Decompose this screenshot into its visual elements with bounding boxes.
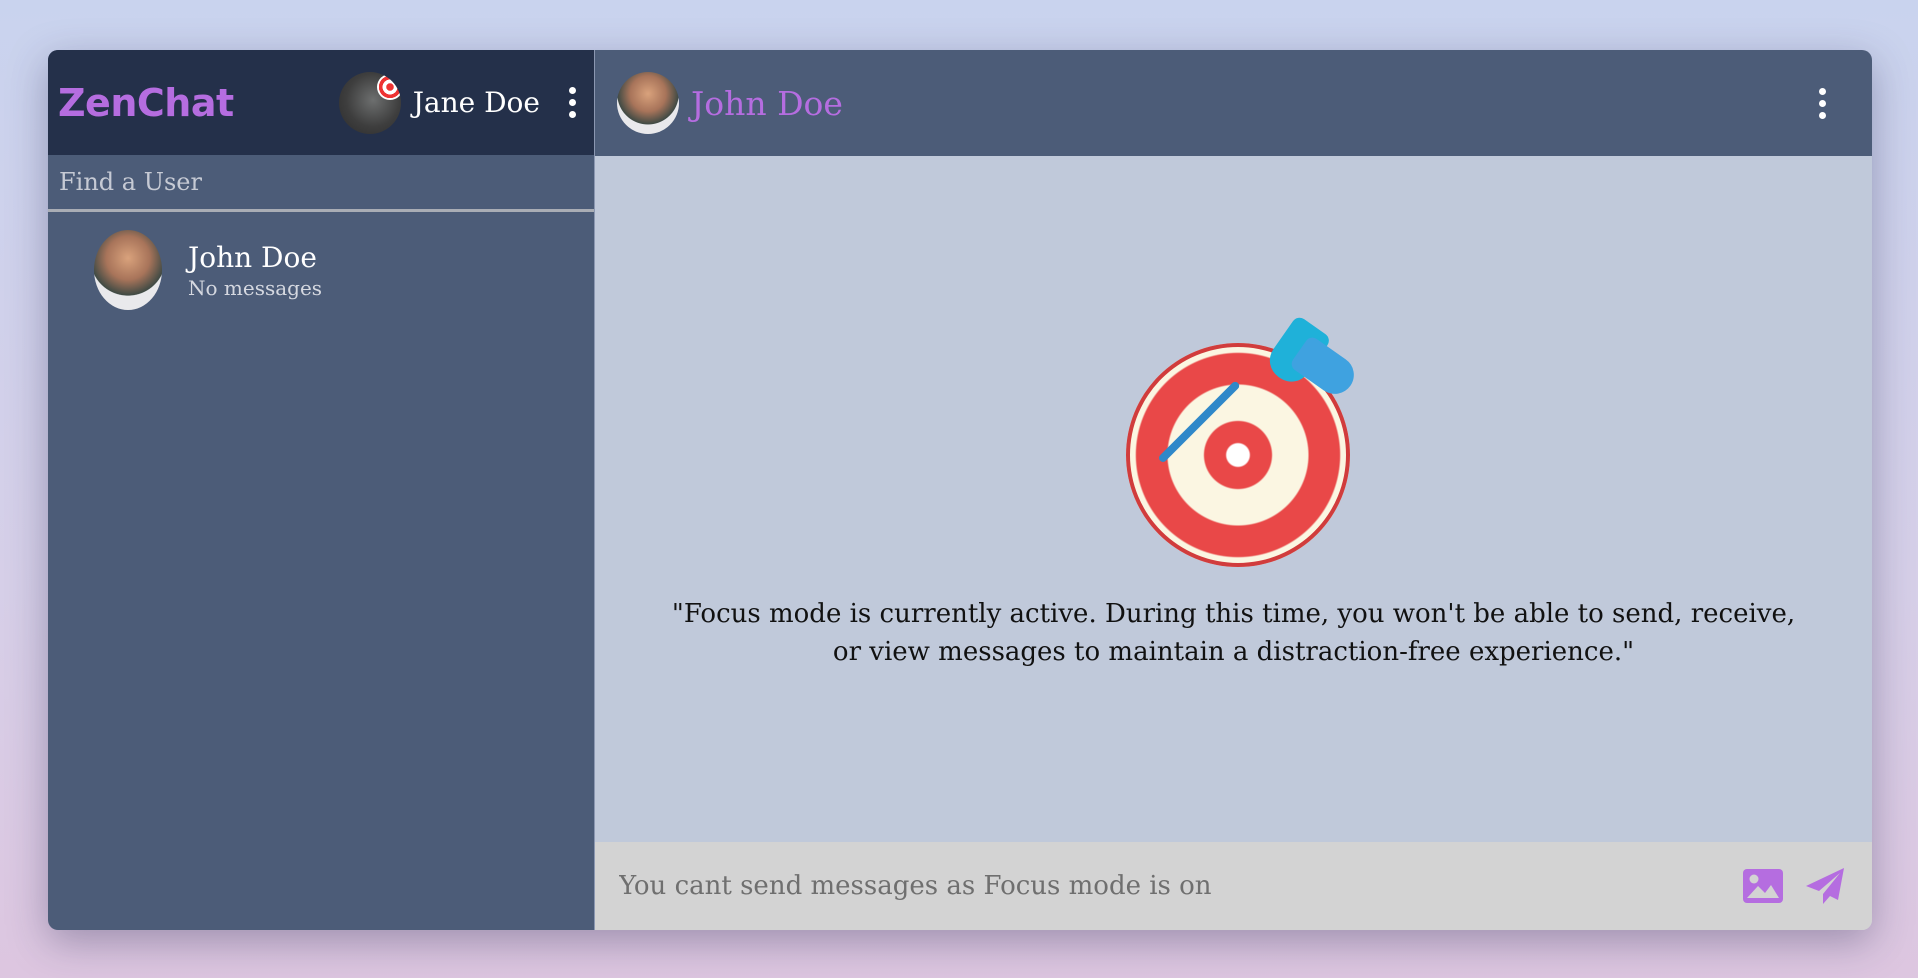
app-logo: ZenChat xyxy=(58,80,234,125)
kebab-dot xyxy=(568,87,576,94)
contact-avatar xyxy=(94,230,162,310)
focus-badge-icon xyxy=(376,73,401,100)
focus-mode-message: "Focus mode is currently active. During … xyxy=(671,599,1796,667)
send-button[interactable] xyxy=(1802,863,1848,909)
contact-info: John Doe No messages xyxy=(188,241,322,300)
sidebar-menu-icon[interactable] xyxy=(560,87,584,118)
peer-avatar[interactable] xyxy=(617,72,679,134)
kebab-dot xyxy=(1818,87,1826,95)
current-user-name: Jane Doe xyxy=(412,86,540,119)
kebab-dot xyxy=(568,111,576,118)
chat-menu-icon[interactable] xyxy=(1810,87,1834,119)
kebab-dot xyxy=(568,99,576,106)
kebab-dot xyxy=(1818,111,1826,119)
kebab-dot xyxy=(1818,99,1826,107)
current-user[interactable]: Jane Doe xyxy=(338,71,540,134)
chat-panel: John Doe "Focus mode is currently active… xyxy=(594,50,1872,930)
sidebar-header: ZenChat Jane Doe xyxy=(48,50,594,155)
current-user-avatar[interactable] xyxy=(338,71,401,134)
target-dart-icon xyxy=(1114,314,1361,567)
user-search xyxy=(48,155,594,212)
chat-app-window: ZenChat Jane Doe John Doe No messages xyxy=(48,50,1872,930)
send-icon xyxy=(1806,868,1844,904)
message-composer xyxy=(595,841,1872,930)
contact-name: John Doe xyxy=(188,240,317,274)
image-icon xyxy=(1743,869,1783,903)
message-input[interactable] xyxy=(617,841,1724,930)
sidebar: ZenChat Jane Doe John Doe No messages xyxy=(48,50,594,930)
attach-image-button[interactable] xyxy=(1740,863,1786,909)
contact-list-item[interactable]: John Doe No messages xyxy=(48,212,594,310)
focus-mode-notice: "Focus mode is currently active. During … xyxy=(595,156,1872,842)
search-input[interactable] xyxy=(48,155,594,209)
contact-last-message: No messages xyxy=(188,275,323,300)
chat-header: John Doe xyxy=(595,50,1872,156)
peer-name: John Doe xyxy=(691,83,843,123)
